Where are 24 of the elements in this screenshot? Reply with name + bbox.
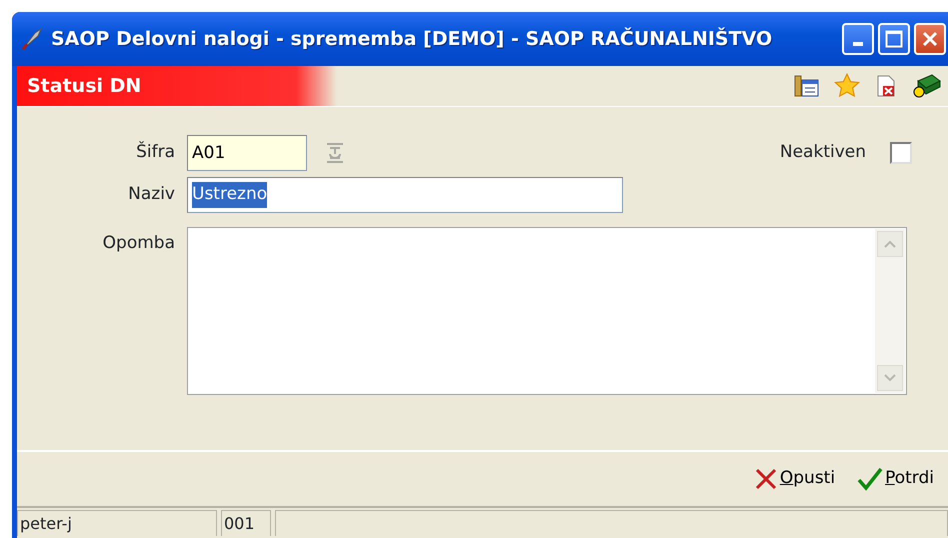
maximize-button[interactable] [878, 23, 910, 55]
note-field[interactable] [187, 227, 907, 395]
section-title: Statusi DN [26, 74, 142, 99]
field-label: Opomba [102, 232, 176, 255]
cross-icon [754, 467, 778, 491]
maximize-icon [885, 30, 903, 48]
checkbox-label: Neaktiven [780, 141, 866, 164]
checkmark-icon [857, 467, 884, 491]
close-icon [921, 30, 939, 48]
app-icon [21, 27, 43, 51]
list-icon[interactable] [794, 74, 820, 98]
status-cell: peter-j [17, 510, 217, 536]
minimize-button[interactable] [842, 23, 874, 55]
field-label: Šifra [135, 140, 176, 164]
window-title: SAOP Delovni nalogi - sprememba [DEMO] - SAOP RAČUNALNIŠTVO [51, 26, 772, 52]
star-icon[interactable] [834, 73, 860, 99]
cancel-button[interactable]: Opusti [754, 466, 836, 492]
code-field[interactable]: A01 [187, 135, 307, 171]
confirm-button[interactable]: Potrdi [857, 466, 934, 492]
name-field[interactable]: Ustrezno [187, 177, 623, 213]
close-button[interactable] [914, 23, 946, 55]
minimize-icon [853, 42, 863, 46]
field-label: Naziv [127, 183, 176, 206]
status-cell: 001 [221, 510, 271, 536]
